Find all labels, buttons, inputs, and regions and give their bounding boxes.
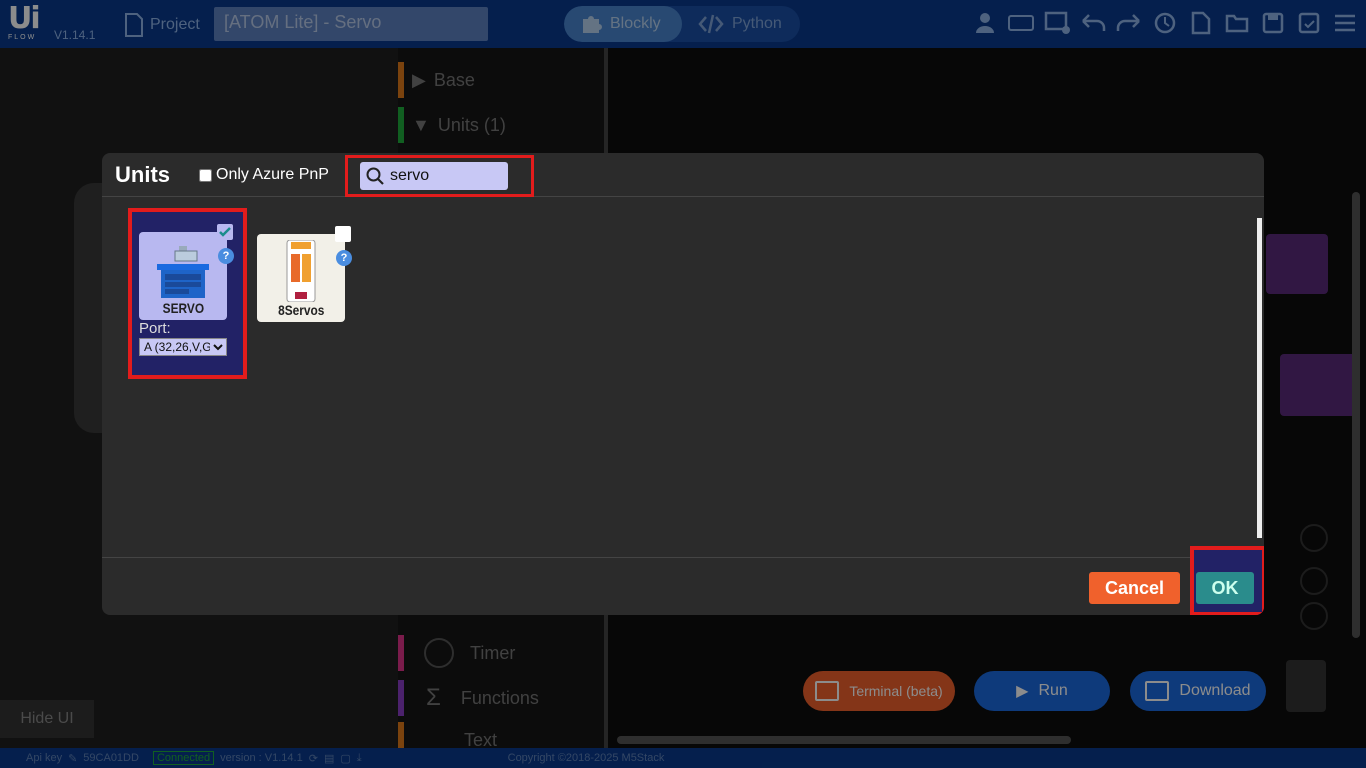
dialog-footer: Cancel OK (102, 546, 1264, 615)
unit-card-servo[interactable]: SERVO ? Port: A (32,26,V,G) (128, 208, 247, 379)
8servos-unit-image[interactable]: 8Servos (257, 234, 345, 322)
unit-search-box[interactable] (360, 162, 508, 190)
cancel-button[interactable]: Cancel (1089, 572, 1180, 604)
8servos-illustration (286, 240, 316, 302)
azure-pnp-checkbox[interactable] (199, 168, 212, 182)
dialog-header: Units Only Azure PnP (102, 153, 1264, 197)
checkmark-icon (219, 227, 231, 237)
dialog-title: Units (115, 162, 170, 187)
unit-list: SERVO ? Port: A (32,26,V,G) 8Servos ? (102, 198, 1264, 558)
unit-list-scrollbar[interactable] (1257, 218, 1262, 538)
azure-pnp-label: Only Azure PnP (216, 166, 329, 183)
search-input[interactable] (390, 167, 500, 185)
port-label: Port: (139, 320, 171, 337)
search-icon (366, 167, 384, 185)
servo-illustration (157, 246, 209, 298)
units-dialog: Units Only Azure PnP SERVO (102, 153, 1264, 615)
unit-name: 8Servos (277, 302, 325, 318)
8servos-checkbox[interactable] (335, 226, 351, 242)
search-highlight-frame (345, 155, 534, 197)
uiflow-app: Ui FLOW V1.14.1 Project [ATOM Lite] - Se… (0, 0, 1366, 768)
help-icon[interactable]: ? (336, 250, 352, 266)
ok-highlight-frame: OK (1190, 546, 1264, 615)
servo-unit-image[interactable]: SERVO (139, 232, 227, 320)
azure-pnp-filter[interactable]: Only Azure PnP (199, 166, 329, 184)
unit-name: SERVO (162, 300, 204, 316)
ok-button[interactable]: OK (1196, 572, 1254, 604)
port-select[interactable]: A (32,26,V,G) (139, 338, 227, 356)
help-icon[interactable]: ? (218, 248, 234, 264)
servo-checkbox[interactable] (217, 224, 233, 240)
